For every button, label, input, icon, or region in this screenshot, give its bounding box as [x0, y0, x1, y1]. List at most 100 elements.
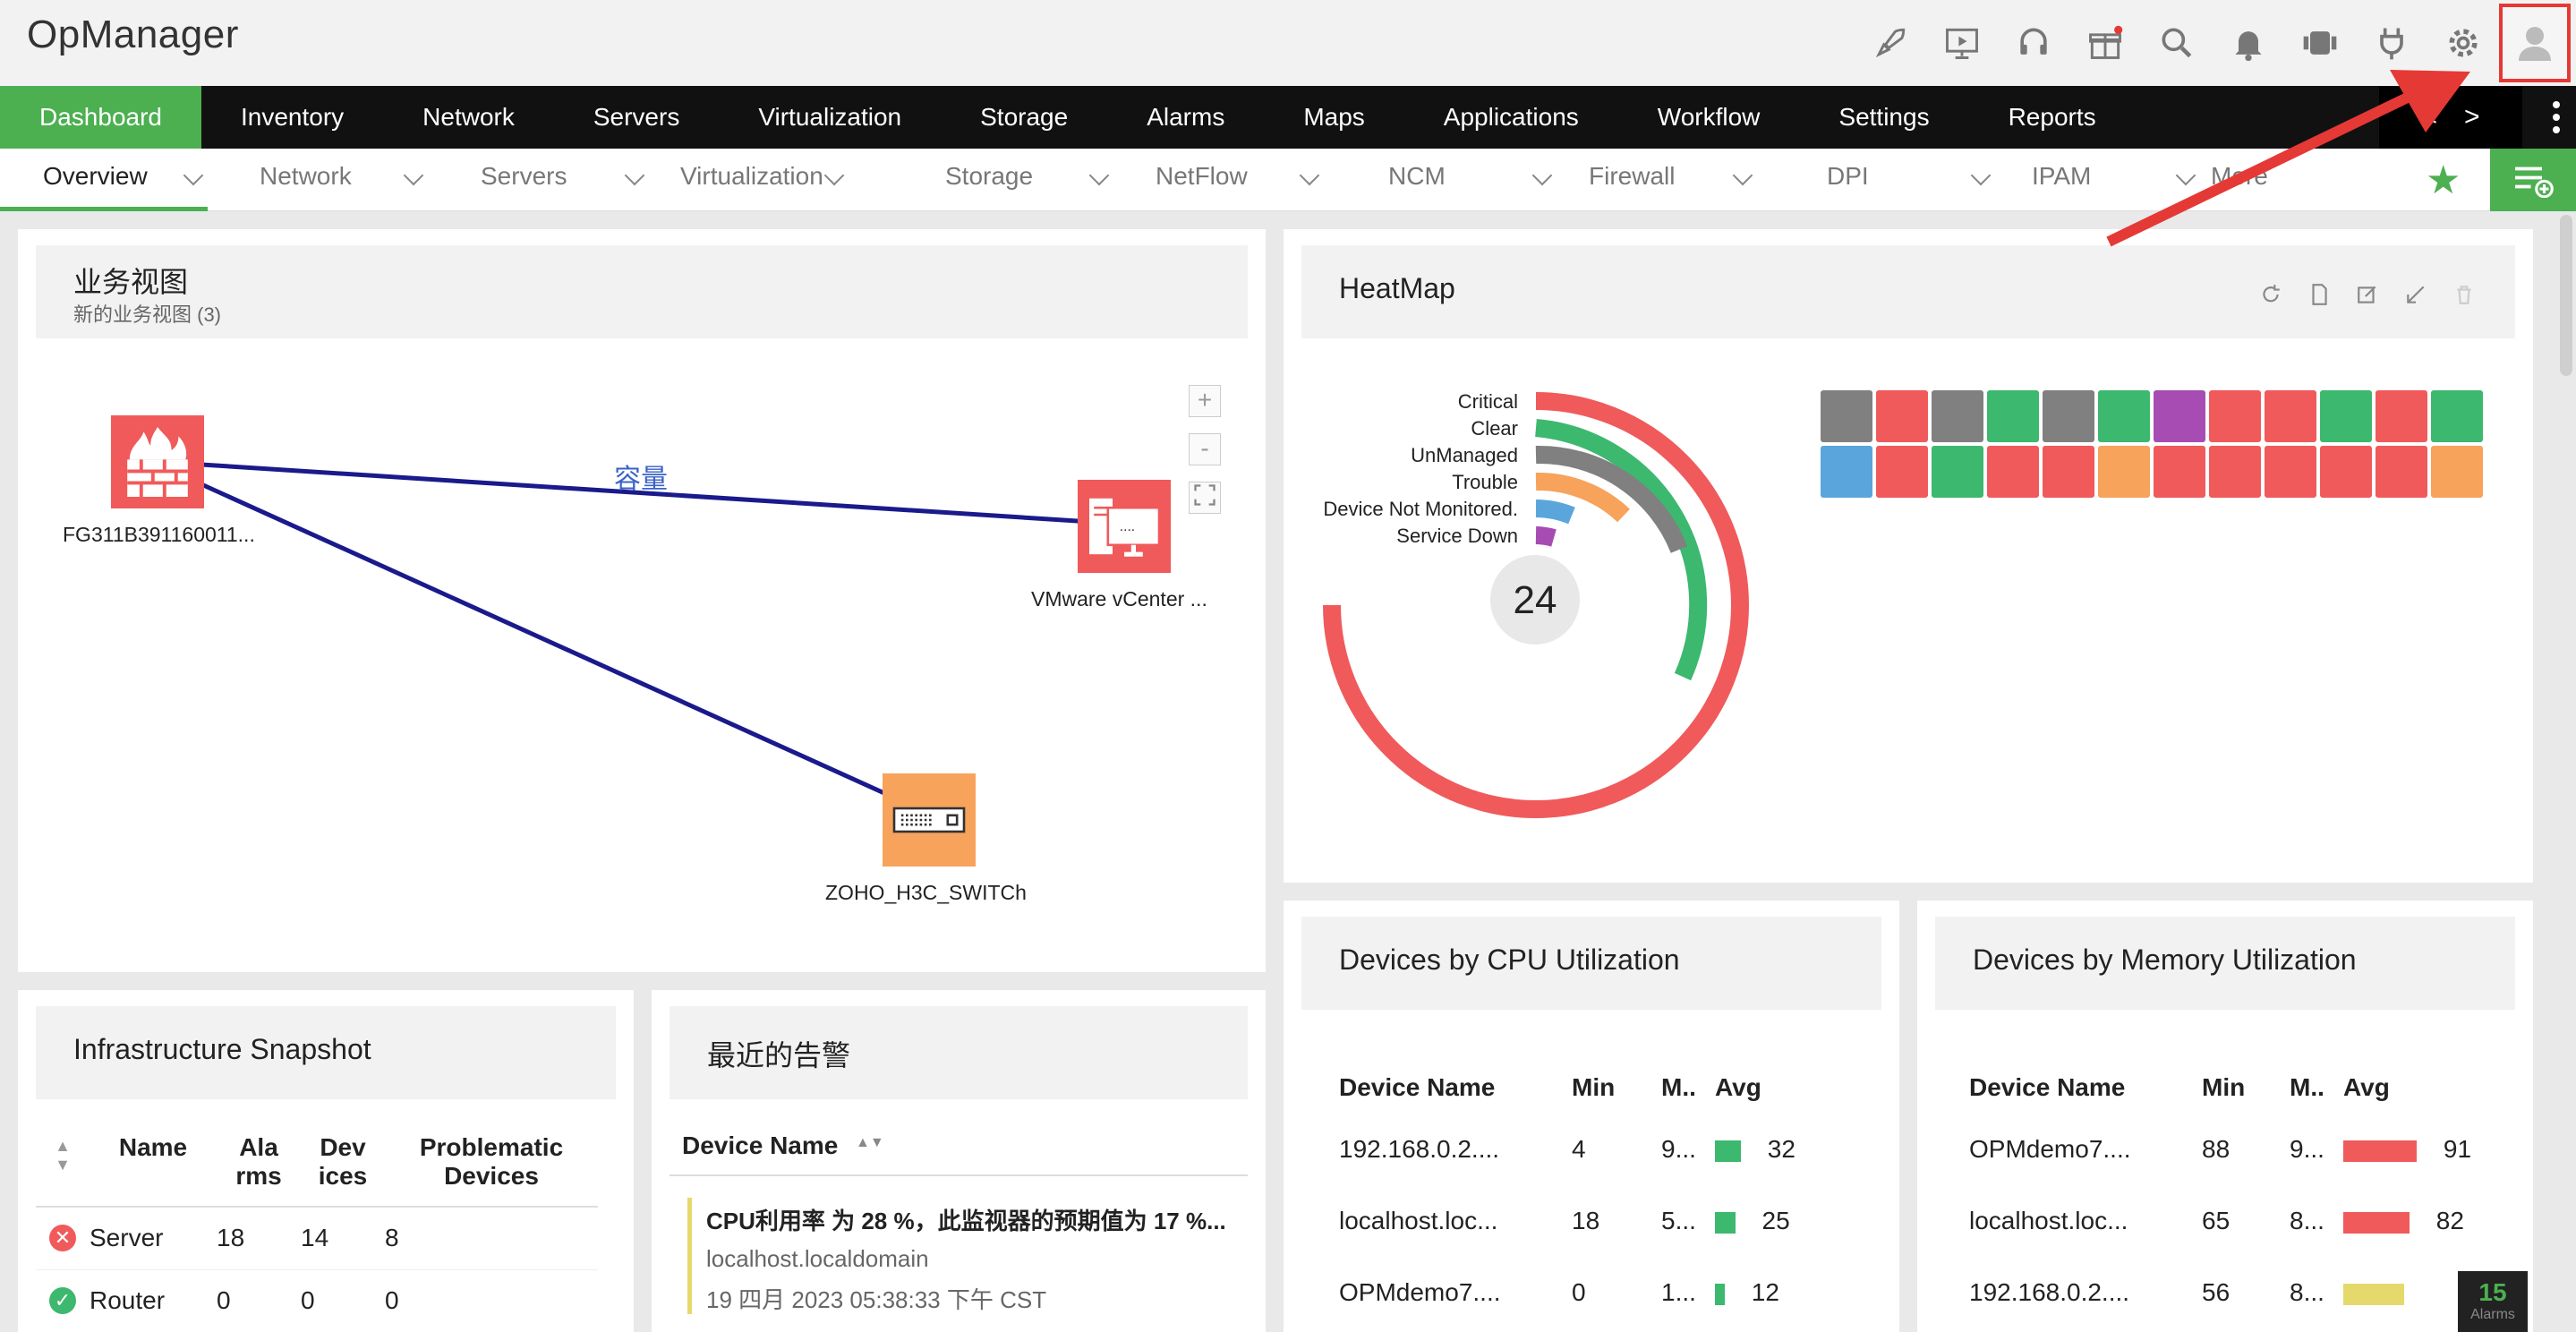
main-nav-servers[interactable]: Servers — [554, 86, 719, 149]
chevron-down-icon[interactable] — [823, 165, 845, 186]
main-nav-inventory[interactable]: Inventory — [201, 86, 383, 149]
cell-name[interactable]: OPMdemo7.... — [1339, 1257, 1572, 1328]
chevron-down-icon[interactable] — [403, 165, 424, 186]
col-max[interactable]: M.. — [1661, 1062, 1715, 1114]
user-avatar-icon[interactable] — [2499, 4, 2571, 82]
sub-nav-dpi[interactable]: DPI — [1827, 149, 1869, 211]
collapse-icon[interactable] — [2404, 283, 2427, 306]
cell-name[interactable]: OPMdemo7.... — [1969, 1114, 2202, 1185]
heatmap-device-cell[interactable] — [2376, 390, 2427, 442]
vcenter-node[interactable]: .... — [1078, 480, 1171, 573]
heatmap-device-cell[interactable] — [2320, 446, 2372, 498]
link-firewall-switch[interactable] — [200, 482, 906, 805]
col-device-name[interactable]: Device Name — [682, 1131, 838, 1160]
main-nav-workflow[interactable]: Workflow — [1618, 86, 1800, 149]
more-menu-icon[interactable] — [2553, 86, 2560, 149]
heatmap-device-cell[interactable] — [2209, 446, 2261, 498]
refresh-icon[interactable] — [2259, 283, 2282, 306]
edit-icon[interactable] — [2356, 283, 2379, 306]
heatmap-device-cell[interactable] — [2320, 390, 2372, 442]
cell-name[interactable]: Router — [90, 1269, 217, 1332]
app-logo[interactable]: OpManager — [27, 13, 239, 57]
main-nav-alarms[interactable]: Alarms — [1107, 86, 1264, 149]
heatmap-device-cell[interactable] — [2043, 390, 2094, 442]
heatmap-device-cell[interactable] — [2154, 390, 2205, 442]
main-nav-maps[interactable]: Maps — [1264, 86, 1403, 149]
col-avg[interactable]: Avg — [1715, 1062, 1876, 1114]
cell-name[interactable]: 192.168.0.2.... — [1969, 1257, 2202, 1328]
col-device-name[interactable]: Device Name — [1969, 1062, 2202, 1114]
zoom-in-button[interactable]: + — [1189, 385, 1221, 417]
table-row[interactable]: OPMdemo7.... 88 9... 91 — [1969, 1114, 2506, 1185]
ring-not-monitored[interactable] — [1535, 500, 1575, 525]
presentation-icon[interactable] — [1926, 0, 1998, 86]
firewall-node[interactable] — [111, 415, 204, 508]
col-devices[interactable]: Dev ices — [301, 1117, 385, 1207]
cell-name[interactable]: 192.168.0.2.... — [1339, 1114, 1572, 1185]
table-row[interactable]: 192.168.0.2.... 56 8... — [1969, 1257, 2506, 1328]
col-min[interactable]: Min — [2202, 1062, 2290, 1114]
heatmap-device-cell[interactable] — [2431, 390, 2483, 442]
chevron-down-icon[interactable] — [624, 165, 645, 186]
chevron-down-icon[interactable] — [1299, 165, 1320, 186]
add-widget-button[interactable] — [2490, 149, 2576, 211]
table-row[interactable]: ✓ Router 0 0 0 — [36, 1269, 598, 1332]
heatmap-device-cell[interactable] — [1821, 446, 1872, 498]
heatmap-device-cell[interactable] — [2154, 446, 2205, 498]
main-nav-virtualization[interactable]: Virtualization — [719, 86, 941, 149]
main-nav-settings[interactable]: Settings — [1799, 86, 1968, 149]
delete-icon[interactable] — [2452, 283, 2476, 306]
ring-service-down[interactable] — [1535, 526, 1557, 547]
sub-nav-netflow[interactable]: NetFlow — [1156, 149, 1248, 211]
sort-icon[interactable]: ▲▼ — [36, 1117, 90, 1207]
alarm-item[interactable]: CPU利用率 为 28 %，此监视器的预期值为 17 %... localhos… — [687, 1198, 1248, 1314]
export-icon[interactable] — [2307, 283, 2331, 306]
col-name[interactable]: Name — [90, 1117, 217, 1207]
chevron-down-icon[interactable] — [1088, 165, 1110, 186]
main-nav-applications[interactable]: Applications — [1404, 86, 1618, 149]
heatmap-device-cell[interactable] — [2209, 390, 2261, 442]
col-device-name[interactable]: Device Name — [1339, 1062, 1572, 1114]
table-row[interactable]: OPMdemo7.... 0 1... 12 — [1339, 1257, 1876, 1328]
heatmap-device-cell[interactable] — [1987, 390, 2039, 442]
heatmap-device-cell[interactable] — [2376, 446, 2427, 498]
node-label[interactable]: FG311B391160011... — [63, 523, 255, 547]
rocket-icon[interactable] — [1855, 0, 1926, 86]
sub-nav-servers[interactable]: Servers — [481, 149, 567, 211]
heatmap-device-cell[interactable] — [2098, 390, 2150, 442]
sub-nav-network[interactable]: Network — [260, 149, 352, 211]
sort-icon[interactable]: ▲▼ — [856, 1135, 884, 1151]
col-min[interactable]: Min — [1572, 1062, 1661, 1114]
heatmap-device-cell[interactable] — [2431, 446, 2483, 498]
table-row[interactable]: 192.168.0.2.... 4 9... 32 — [1339, 1114, 1876, 1185]
heatmap-device-cell[interactable] — [2098, 446, 2150, 498]
heatmap-device-cell[interactable] — [2043, 446, 2094, 498]
sub-nav-firewall[interactable]: Firewall — [1589, 149, 1675, 211]
sub-nav-ipam[interactable]: IPAM — [2032, 149, 2091, 211]
sub-nav-ncm[interactable]: NCM — [1388, 149, 1446, 211]
col-avg[interactable]: Avg — [2343, 1062, 2506, 1114]
heatmap-device-cell[interactable] — [1876, 390, 1928, 442]
sub-nav-storage[interactable]: Storage — [945, 149, 1033, 211]
col-problematic-devices[interactable]: Problematic Devices — [385, 1117, 598, 1207]
heatmap-device-cell[interactable] — [2265, 446, 2316, 498]
sub-nav-overview[interactable]: Overview — [0, 149, 208, 211]
page-scrollbar[interactable] — [2560, 215, 2572, 376]
main-nav-dashboard[interactable]: Dashboard — [0, 86, 201, 149]
heatmap-device-cell[interactable] — [1987, 446, 2039, 498]
chevron-down-icon[interactable] — [1531, 165, 1553, 186]
heatmap-device-cell[interactable] — [1932, 390, 1983, 442]
chevron-down-icon[interactable] — [1732, 165, 1753, 186]
cell-name[interactable]: localhost.loc... — [1339, 1185, 1572, 1257]
heatmap-device-cell[interactable] — [1932, 446, 1983, 498]
chevron-down-icon[interactable] — [1970, 165, 1992, 186]
main-nav-storage[interactable]: Storage — [941, 86, 1107, 149]
alarm-count-badge[interactable]: 15 Alarms — [2458, 1271, 2528, 1332]
cell-name[interactable]: localhost.loc... — [1969, 1185, 2202, 1257]
zoom-out-button[interactable]: - — [1189, 433, 1221, 465]
table-row[interactable]: ✕ Server 18 14 8 — [36, 1207, 598, 1269]
headset-icon[interactable] — [1998, 0, 2069, 86]
heatmap-device-cell[interactable] — [2265, 390, 2316, 442]
table-row[interactable]: localhost.loc... 65 8... 82 — [1969, 1185, 2506, 1257]
col-alarms[interactable]: Ala rms — [217, 1117, 301, 1207]
